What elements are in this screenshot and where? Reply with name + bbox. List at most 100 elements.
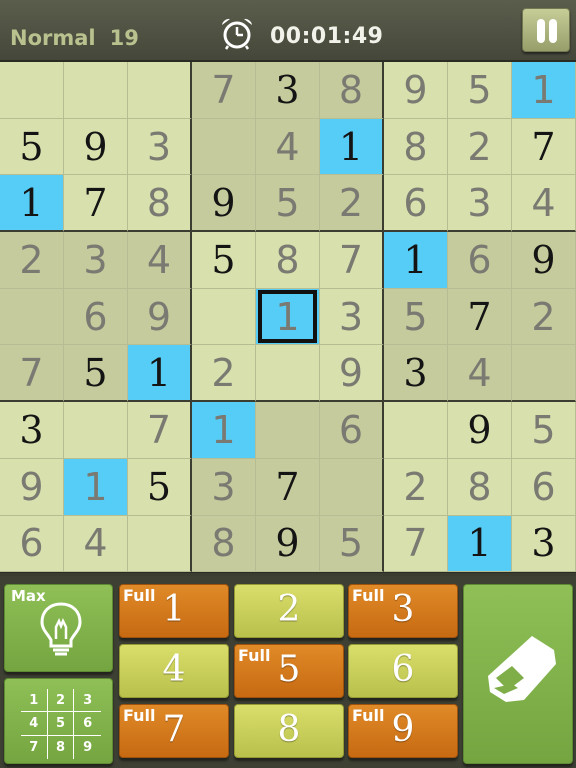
board-cell[interactable]: 5 [64,345,128,403]
number-button-3[interactable]: Full 3 [348,584,458,638]
board-cell[interactable]: 5 [320,515,384,573]
board-cell[interactable]: 6 [384,175,448,233]
board-cell[interactable]: 6 [0,515,64,573]
board-cell[interactable] [0,288,64,346]
erase-button[interactable] [463,584,573,764]
board-cell[interactable]: 7 [320,232,384,289]
board-cell[interactable]: 1 [192,402,256,459]
board-cell[interactable]: 4 [512,175,576,233]
board-cell[interactable]: 1 [448,515,512,573]
board-cell[interactable]: 2 [448,118,512,176]
board-cell[interactable]: 1 [64,458,128,516]
board-cell[interactable]: 1 [128,345,192,403]
board-cell[interactable]: 4 [128,232,192,289]
board-cell[interactable]: 1 [320,118,384,176]
notes-grid-digit: 5 [47,712,75,736]
difficulty-label: Normal [10,26,96,50]
notes-grid-digit: 2 [47,689,75,713]
board-cell[interactable]: 5 [512,402,576,459]
board-cell[interactable]: 7 [512,118,576,176]
board-cell[interactable]: 8 [256,232,320,289]
board-cell[interactable]: 2 [512,288,576,346]
board-cell[interactable]: 4 [448,345,512,403]
notes-button[interactable]: 123 456 789 [4,678,113,764]
board-cell[interactable]: 7 [448,288,512,346]
board-cell[interactable]: 8 [320,62,384,119]
hint-button[interactable]: Max [4,584,113,672]
number-button-4[interactable]: 4 [119,644,229,698]
number-button-6[interactable]: 6 [348,644,458,698]
board-cell[interactable]: 2 [192,345,256,403]
board-cell[interactable]: 9 [256,515,320,573]
board-cell[interactable]: 1 [384,232,448,289]
board-cell[interactable]: 8 [384,118,448,176]
board-cell[interactable]: 6 [448,232,512,289]
board-cell[interactable]: 3 [256,62,320,119]
board-cell[interactable] [192,288,256,346]
selected-cell[interactable]: 1 [256,288,320,346]
alarm-clock-icon [222,18,252,50]
board-cell[interactable]: 7 [192,62,256,119]
board-cell[interactable]: 2 [384,458,448,516]
board-cell[interactable]: 4 [64,515,128,573]
board-cell[interactable] [384,402,448,459]
board-cell[interactable] [256,345,320,403]
board-cell[interactable]: 3 [192,458,256,516]
board-cell[interactable]: 9 [448,402,512,459]
number-button-7[interactable]: Full 7 [119,704,229,758]
board-cell[interactable]: 3 [128,118,192,176]
board-cell[interactable]: 6 [512,458,576,516]
number-button-1[interactable]: Full 1 [119,584,229,638]
board-cell[interactable] [64,402,128,459]
board-cell[interactable]: 3 [320,288,384,346]
board-cell[interactable]: 5 [192,232,256,289]
number-button-5[interactable]: Full 5 [234,644,344,698]
board-cell[interactable]: 7 [0,345,64,403]
board-cell[interactable]: 3 [0,402,64,459]
board-cell[interactable] [192,118,256,176]
board-cell[interactable] [0,62,64,119]
notes-grid-digit: 8 [48,735,75,759]
board-cell[interactable]: 7 [128,402,192,459]
board-cell[interactable]: 6 [320,402,384,459]
board-cell[interactable]: 3 [512,515,576,573]
board-cell[interactable]: 8 [448,458,512,516]
board-cell[interactable]: 9 [384,62,448,119]
board-cell[interactable]: 1 [0,175,64,233]
board-cell[interactable]: 5 [0,118,64,176]
board-cell[interactable]: 5 [384,288,448,346]
board-cell[interactable] [320,458,384,516]
board-cell[interactable]: 2 [0,232,64,289]
pause-button[interactable] [522,8,570,52]
number-button-2[interactable]: 2 [234,584,344,638]
board-cell[interactable]: 8 [192,515,256,573]
number-button-9[interactable]: Full 9 [348,704,458,758]
board-cell[interactable]: 4 [256,118,320,176]
number-button-8[interactable]: 8 [234,704,344,758]
board-cell[interactable]: 9 [128,288,192,346]
board-cell[interactable]: 7 [384,515,448,573]
board-cell[interactable]: 2 [320,175,384,233]
board-cell[interactable]: 5 [128,458,192,516]
board-cell[interactable]: 5 [448,62,512,119]
board-cell[interactable] [128,515,192,573]
board-cell[interactable] [512,345,576,403]
board-cell[interactable] [64,62,128,119]
board-cell[interactable]: 5 [256,175,320,233]
board-cell[interactable]: 1 [512,62,576,119]
board-cell[interactable]: 8 [128,175,192,233]
board-cell[interactable]: 9 [192,175,256,233]
board-cell[interactable]: 9 [64,118,128,176]
board-cell[interactable] [256,402,320,459]
board-cell[interactable]: 7 [256,458,320,516]
board-cell[interactable]: 3 [64,232,128,289]
board-cell[interactable] [128,62,192,119]
board-cell[interactable]: 7 [64,175,128,233]
board-cell[interactable]: 9 [512,232,576,289]
board-cell[interactable]: 3 [384,345,448,403]
game-info: Normal 19 [10,26,139,50]
board-cell[interactable]: 3 [448,175,512,233]
board-cell[interactable]: 9 [0,458,64,516]
board-cell[interactable]: 6 [64,288,128,346]
board-cell[interactable]: 9 [320,345,384,403]
